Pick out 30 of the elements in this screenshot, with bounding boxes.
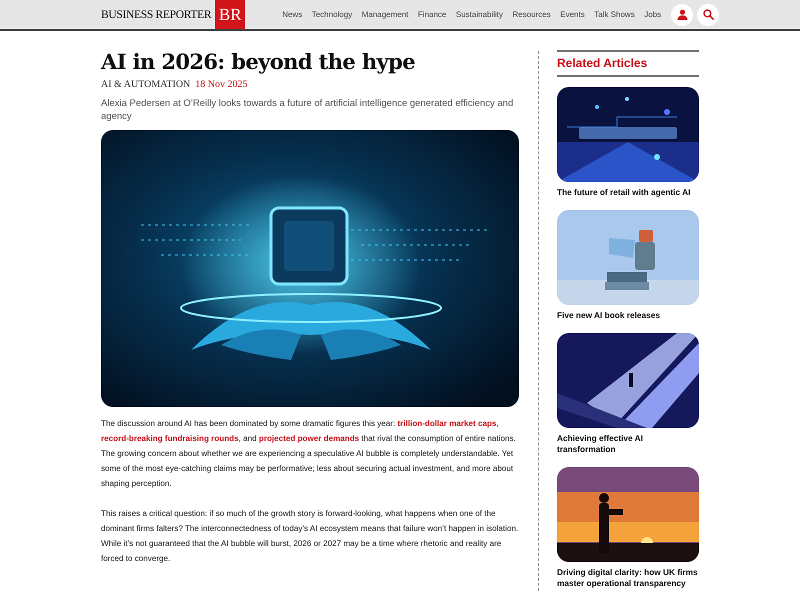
- inline-link[interactable]: record-breaking fundraising rounds: [101, 434, 239, 443]
- article-title: AI in 2026: beyond the hype: [101, 49, 416, 75]
- related-article-link[interactable]: Five new AI book releases: [557, 310, 699, 321]
- nav-link[interactable]: Events: [560, 10, 585, 19]
- related-article-link[interactable]: Achieving effective AI transformation: [557, 433, 699, 455]
- nav-link[interactable]: Technology: [312, 10, 352, 19]
- article-paragraph: This raises a critical question: if so much of the growth story is forward-looking, what happens when one of the dominant firms falters? The interconnectedness of today’s AI ecosystem means that failure won’t happen in isolation. While it’s not guaranteed that the AI bubble will burst, 2026 or 2027 may be a time where rhetoric and reality are forced to converge.: [101, 508, 519, 565]
- standfirst: Alexia Pedersen at O’Reilly looks towards a future of artificial intelligence generated efficiency and agency: [101, 97, 514, 123]
- search-icon: [702, 9, 714, 20]
- nav-link[interactable]: Finance: [418, 10, 446, 19]
- publish-date: 18 Nov 2025: [195, 78, 248, 92]
- logo-badge: BR: [215, 0, 246, 29]
- nav-link[interactable]: Management: [362, 10, 408, 19]
- section-heading: Related Articles: [557, 50, 699, 77]
- inline-link[interactable]: trillion-dollar market caps: [397, 419, 496, 428]
- nav-link[interactable]: Talk Shows: [594, 10, 635, 19]
- nav-link[interactable]: Jobs: [644, 10, 662, 19]
- nav-link[interactable]: News: [282, 10, 302, 19]
- nav-link[interactable]: Resources: [512, 10, 551, 19]
- category-link[interactable]: AI & AUTOMATION: [101, 78, 190, 92]
- user-icon: [676, 9, 688, 20]
- inline-link[interactable]: projected power demands: [258, 434, 360, 443]
- related-article-link[interactable]: The future of retail with agentic AI: [557, 187, 699, 198]
- site-logo[interactable]: BUSINESS REPORTER BR: [101, 0, 246, 29]
- account-button[interactable]: [671, 4, 694, 26]
- related-article-link[interactable]: Driving digital clarity: how UK firms master operational transparency: [557, 567, 699, 589]
- nav-link[interactable]: Sustainability: [456, 10, 504, 19]
- logo-wordmark: BUSINESS REPORTER: [101, 8, 212, 20]
- article-paragraph: The discussion around AI has been dominated by some dramatic figures this year: trillion-dollar market caps, record-breaking fundraising rounds, and projected power demands that rival the consumption of entire nations. The growing concern about whether we are experiencing a speculative AI bubble is completely understandable. Yet some of the most eye-catching claims may be performative; less about securing actual investment, and more about shaping perception.: [101, 418, 517, 490]
- search-button[interactable]: [697, 4, 720, 26]
